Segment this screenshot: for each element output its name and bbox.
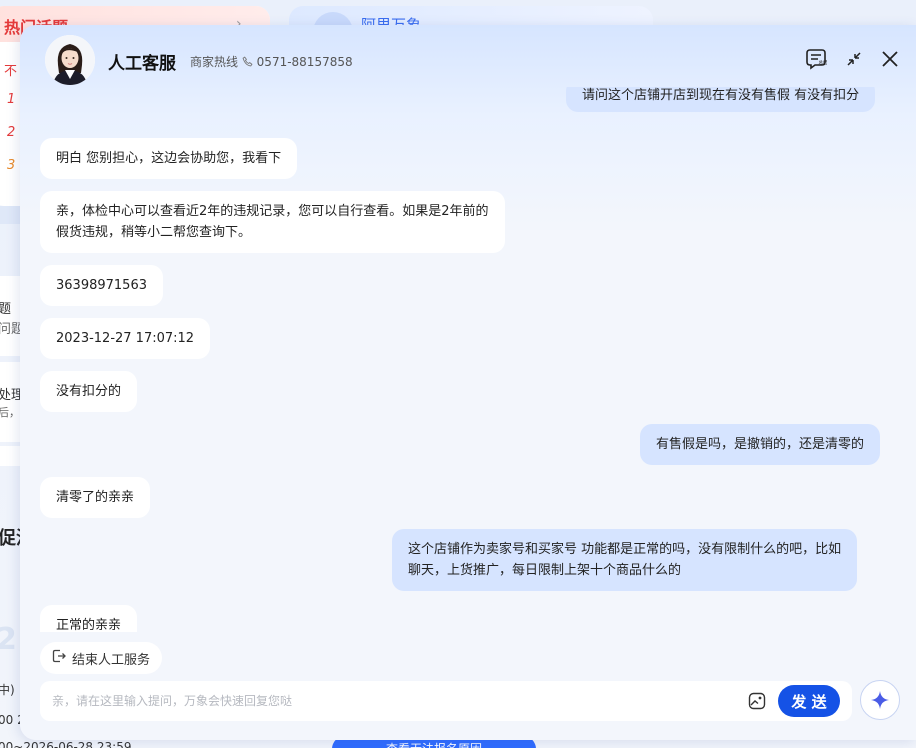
message-text: 假货违规，稍等小二帮您查询下。: [56, 225, 252, 240]
message-bubble-user: 有售假是吗，是撤销的，还是清零的: [640, 424, 881, 465]
message-text: 明白 您别担心，这边会协助您，我看下: [56, 151, 282, 166]
send-button[interactable]: 发 送: [778, 685, 840, 717]
rank-3: 3: [7, 158, 16, 173]
message-bubble-agent: 没有扣分的: [40, 371, 138, 412]
message-bubble-agent: 正常的亲亲: [40, 605, 138, 632]
status-snippet: 中): [0, 683, 15, 697]
agent-name: 人工客服: [108, 54, 176, 74]
agent-avatar: [45, 35, 95, 85]
message-text: 聊天，上货推广，每日限制上架十个商品什么的: [408, 563, 682, 578]
message-text: 亲，体检中心可以查看近2年的违规记录，您可以自行查看。如果是2年前的: [56, 204, 489, 219]
message-input[interactable]: [52, 681, 732, 721]
side-text-1: 题: [0, 302, 12, 317]
message-bubble-agent: 2023-12-27 17:07:12: [40, 318, 211, 359]
message-list[interactable]: 请问这个店铺开店到现在有没有售假 有没有扣分 明白 您别担心，这边会协助您，我看…: [20, 87, 916, 632]
hotline-number: 0571-88157858: [256, 55, 353, 69]
message-text: 没有扣分的: [56, 384, 122, 399]
summary-icon[interactable]: 总结: [804, 47, 828, 71]
side-block-3: [0, 446, 20, 466]
sparkle-icon[interactable]: [860, 680, 900, 720]
message-text: 36398971563: [56, 278, 147, 293]
hotline-label: 商家热线: [190, 55, 239, 69]
message-bubble-agent: 明白 您别担心，这边会协助您，我看下: [40, 138, 298, 179]
merchant-hotline: 商家热线 0571-88157858: [190, 53, 353, 70]
image-icon[interactable]: [747, 691, 767, 711]
message-text: 清零了的亲亲: [56, 490, 135, 505]
message-text: 这个店铺作为卖家号和买家号 功能都是正常的吗，没有限制什么的吧，比如: [408, 542, 842, 557]
message-text: 2023-12-27 17:07:12: [56, 331, 195, 346]
phone-icon: [242, 56, 253, 70]
rank-1: 1: [7, 92, 16, 107]
big-number: 2: [0, 622, 17, 657]
message-text: 有售假是吗，是撤销的，还是清零的: [656, 437, 865, 452]
customer-service-chat-window: 人工客服 商家热线 0571-88157858 总结 请问这个店铺开店到现在有没…: [20, 25, 916, 740]
message-bubble-agent: 36398971563: [40, 265, 163, 306]
message-text: 请问这个店铺开店到现在有没有售假 有没有扣分: [582, 88, 860, 103]
divider: [0, 206, 20, 224]
message-composer: 发 送: [40, 681, 852, 721]
exit-icon: [51, 648, 67, 668]
time-snippet-2: 00~2026-06-28 23:59: [0, 740, 132, 748]
row-prefix: 不: [4, 64, 18, 79]
chat-header: 人工客服 商家热线 0571-88157858 总结: [20, 25, 916, 95]
end-service-label: 结束人工服务: [72, 652, 151, 668]
end-human-service-button[interactable]: 结束人工服务: [40, 642, 163, 674]
close-icon[interactable]: [878, 47, 902, 71]
message-bubble-user: 请问这个店铺开店到现在有没有售假 有没有扣分: [566, 87, 876, 112]
message-bubble-agent: 亲，体检中心可以查看近2年的违规记录，您可以自行查看。如果是2年前的 假货违规，…: [40, 191, 505, 253]
message-text: 正常的亲亲: [56, 618, 122, 632]
rank-2: 2: [7, 125, 16, 140]
message-bubble-user: 这个店铺作为卖家号和买家号 功能都是正常的吗，没有限制什么的吧，比如 聊天，上货…: [392, 529, 858, 591]
summary-icon-label: 总结: [819, 59, 828, 66]
minimize-icon[interactable]: [842, 47, 866, 71]
message-bubble-agent: 清零了的亲亲: [40, 477, 151, 518]
